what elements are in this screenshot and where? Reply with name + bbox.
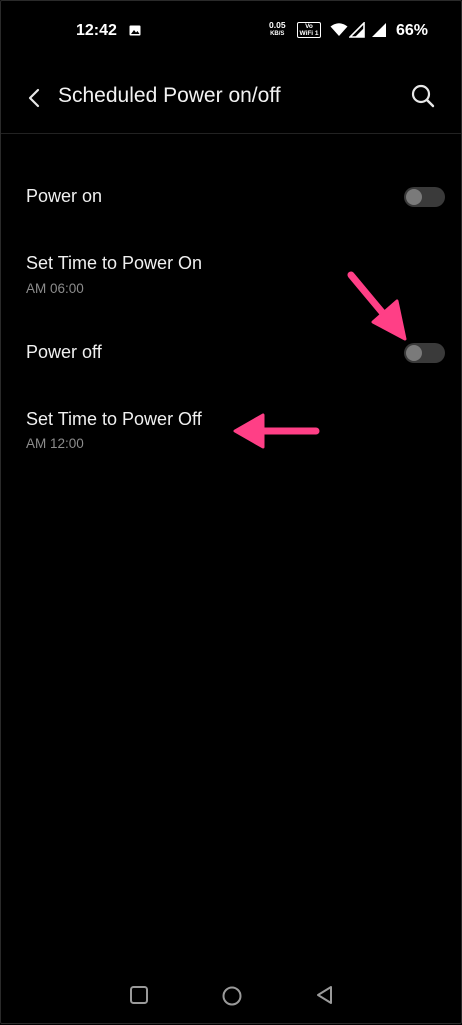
screen-frame: 12:42 0.05 KB/S Vo WiFi 1 66% Scheduled [0,0,462,1024]
toggle-knob [406,345,422,361]
circle-icon[interactable] [220,984,244,1008]
battery-percent: 66% [396,22,429,39]
power-off-label: Power off [26,342,102,362]
square-icon[interactable] [128,984,150,1006]
vowifi-line2: WiFi 1 [299,30,319,37]
network-speed: 0.05 KB/S [269,21,286,39]
power-on-toggle[interactable] [404,187,445,207]
network-speed-unit: KB/S [270,31,285,37]
wifi-icon [330,23,348,36]
power-off-time-label: Set Time to Power Off [26,409,202,429]
power-on-time-label: Set Time to Power On [26,253,203,273]
network-speed-value: 0.05 [269,20,286,30]
signal-icon-sim1 [349,22,365,38]
vowifi-badge: Vo WiFi 1 [297,22,321,38]
power-off-time-value: AM 12:00 [26,436,84,451]
vowifi-line1: Vo [305,23,313,30]
page-title: Scheduled Power on/off [58,84,281,107]
signal-icon-sim2 [372,23,386,37]
annotation-arrow-left [233,413,320,449]
status-time: 12:42 [76,22,117,39]
navigation-bar [1,971,461,1021]
power-off-toggle[interactable] [404,343,445,363]
status-bar: 12:42 0.05 KB/S Vo WiFi 1 66% [1,1,461,61]
back-arrow-icon[interactable] [19,83,49,113]
power-on-label: Power on [26,186,103,206]
toggle-knob [406,189,422,205]
toolbar: Scheduled Power on/off [1,61,461,134]
annotation-arrows [233,271,407,449]
search-icon[interactable] [409,82,437,110]
gallery-icon [129,25,141,36]
triangle-back-icon[interactable] [314,984,336,1006]
power-on-time-value: AM 06:00 [26,281,84,296]
annotation-arrow-diagonal [347,271,407,341]
